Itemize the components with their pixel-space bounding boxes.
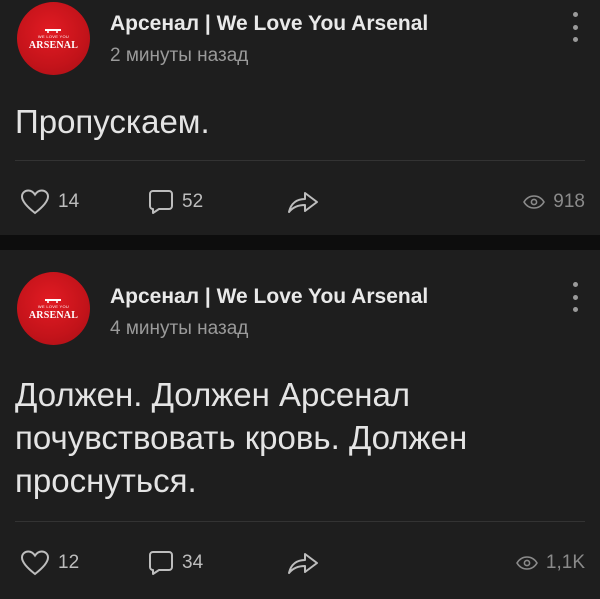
- view-count: 918: [553, 191, 585, 212]
- comment-count: 34: [182, 552, 204, 573]
- share-icon: [288, 192, 318, 213]
- post-text: Пропускаем.: [15, 103, 210, 140]
- heart-icon: [20, 550, 50, 576]
- like-button[interactable]: 14: [20, 189, 79, 215]
- comment-button[interactable]: 52: [148, 189, 203, 215]
- share-icon: [288, 553, 318, 574]
- author-name[interactable]: Арсенал | We Love You Arsenal: [110, 285, 428, 309]
- comment-icon: [149, 551, 173, 575]
- view-count: 1,1K: [545, 552, 585, 573]
- like-count: 14: [58, 191, 80, 212]
- avatar-brand-text: ARSENAL: [28, 309, 79, 321]
- eye-icon: [523, 195, 546, 209]
- post-text: Должен. Должен Арсенал почувствовать кро…: [15, 376, 468, 499]
- post-time: 4 минуты назад: [110, 318, 249, 339]
- author-name[interactable]: Арсенал | We Love You Arsenal: [110, 12, 428, 36]
- more-vertical-icon[interactable]: [572, 282, 578, 312]
- post-time: 2 минуты назад: [110, 45, 249, 66]
- avatar[interactable]: WE LOVE YOU ARSENAL: [17, 272, 90, 345]
- share-button[interactable]: [286, 188, 320, 216]
- like-button[interactable]: 12: [20, 550, 79, 576]
- cannon-icon: [44, 28, 61, 33]
- eye-icon: [515, 556, 538, 570]
- avatar-top-text: WE LOVE YOU: [37, 33, 70, 39]
- share-button[interactable]: [286, 549, 320, 577]
- comment-count: 52: [182, 191, 204, 212]
- avatar[interactable]: WE LOVE YOU ARSENAL: [17, 2, 90, 75]
- like-count: 12: [58, 552, 80, 573]
- avatar-top-text: WE LOVE YOU: [37, 303, 70, 309]
- heart-icon: [20, 189, 50, 215]
- divider: [15, 521, 585, 522]
- divider: [15, 160, 585, 161]
- more-vertical-icon[interactable]: [572, 12, 578, 42]
- comment-icon: [149, 190, 173, 214]
- view-counter: 918: [523, 191, 585, 213]
- view-counter: 1,1K: [515, 552, 585, 574]
- cannon-icon: [44, 298, 61, 303]
- avatar-brand-text: ARSENAL: [28, 39, 79, 51]
- comment-button[interactable]: 34: [148, 550, 203, 576]
